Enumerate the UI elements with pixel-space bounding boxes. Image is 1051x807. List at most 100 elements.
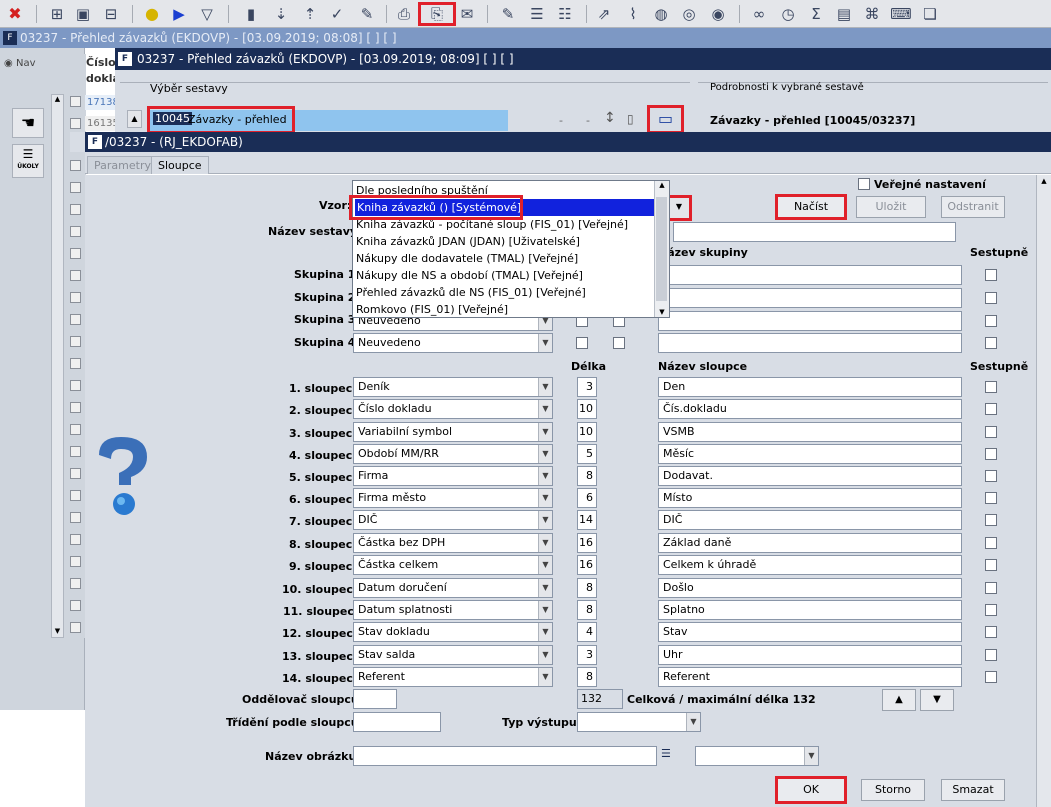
- group-name-input[interactable]: [658, 333, 962, 353]
- column-length-input[interactable]: 8: [577, 600, 597, 620]
- sum-icon[interactable]: Σ: [805, 3, 827, 25]
- tab-sloupce[interactable]: Sloupce: [151, 156, 209, 174]
- column-descending-checkbox[interactable]: [985, 582, 997, 594]
- column-name-input[interactable]: Stav: [658, 622, 962, 642]
- column-descending-checkbox[interactable]: [985, 514, 997, 526]
- scroll-down-icon[interactable]: ▼: [655, 308, 669, 316]
- move-down-button[interactable]: ▼: [920, 689, 954, 711]
- column-descending-checkbox[interactable]: [985, 448, 997, 460]
- row-checkbox[interactable]: [70, 336, 81, 347]
- vzor-dropdown-button[interactable]: ▼: [666, 195, 692, 221]
- column-select[interactable]: Referent ▼: [353, 667, 553, 687]
- glasses-icon[interactable]: ∞: [748, 3, 770, 25]
- globe-icon[interactable]: ◍: [650, 3, 672, 25]
- obrazek-select[interactable]: ▼: [695, 746, 819, 766]
- smazat-button[interactable]: Smazat: [941, 779, 1005, 801]
- tab-parametry[interactable]: Parametry: [87, 156, 158, 174]
- browse-icon[interactable]: ☰: [661, 747, 675, 765]
- group-name-input[interactable]: [658, 288, 962, 308]
- nav-label[interactable]: Nav: [16, 58, 36, 69]
- add-icon[interactable]: ⊞: [46, 3, 68, 25]
- odstranit-button[interactable]: Odstranit: [941, 196, 1005, 218]
- row-checkbox[interactable]: [70, 358, 81, 369]
- column-name-input[interactable]: Došlo: [658, 578, 962, 598]
- dropdown-item[interactable]: Kniha závazků JDAN (JDAN) [Uživatelské]: [356, 233, 580, 250]
- print-icon[interactable]: ⎙: [393, 3, 415, 25]
- column-length-input[interactable]: 14: [577, 510, 597, 530]
- column-descending-checkbox[interactable]: [985, 671, 997, 683]
- group-descending-checkbox[interactable]: [985, 337, 997, 349]
- column-descending-checkbox[interactable]: [985, 403, 997, 415]
- column-name-input[interactable]: Základ daně: [658, 533, 962, 553]
- row-checkbox[interactable]: [70, 468, 81, 479]
- check-icon[interactable]: ✓: [326, 3, 348, 25]
- column-select[interactable]: Období MM/RR ▼: [353, 444, 553, 464]
- column-descending-checkbox[interactable]: [985, 537, 997, 549]
- verejne-checkbox[interactable]: [858, 178, 870, 190]
- column-length-input[interactable]: 6: [577, 488, 597, 508]
- column-descending-checkbox[interactable]: [985, 559, 997, 571]
- external-link-icon[interactable]: ⇗: [593, 3, 615, 25]
- column-select[interactable]: Deník ▼: [353, 377, 553, 397]
- column-select[interactable]: Datum splatnosti ▼: [353, 600, 553, 620]
- column-name-input[interactable]: Měsíc: [658, 444, 962, 464]
- column-name-input[interactable]: Referent: [658, 667, 962, 687]
- print-preview-icon[interactable]: ⎘: [418, 2, 456, 26]
- book-icon[interactable]: ❏: [919, 3, 941, 25]
- column-length-input[interactable]: 10: [577, 399, 597, 419]
- column-descending-checkbox[interactable]: [985, 381, 997, 393]
- mail-icon[interactable]: ✉: [456, 3, 478, 25]
- scroll-up-icon[interactable]: ▲: [1037, 175, 1051, 185]
- bg-row-cell[interactable]: 16135: [85, 116, 119, 131]
- row-checkbox[interactable]: [70, 534, 81, 545]
- row-checkbox[interactable]: [70, 314, 81, 325]
- row-checkbox[interactable]: [70, 600, 81, 611]
- row-checkbox[interactable]: [70, 270, 81, 281]
- up-down-arrows-icon[interactable]: ↕: [604, 110, 616, 126]
- clock-icon[interactable]: ◷: [777, 3, 799, 25]
- tasks-hand-icon[interactable]: ☚: [12, 108, 44, 138]
- dropdown-scrollbar[interactable]: ▲ ▼: [654, 181, 669, 317]
- column-name-input[interactable]: Splatno: [658, 600, 962, 620]
- ok-button[interactable]: OK: [775, 776, 847, 804]
- nazev-sestavy-input[interactable]: [673, 222, 956, 242]
- nazev-obrazku-input[interactable]: [353, 746, 657, 766]
- checklist-icon[interactable]: ☷: [554, 3, 576, 25]
- column-descending-checkbox[interactable]: [985, 426, 997, 438]
- dropdown-item[interactable]: Nákupy dle NS a období (TMAL) [Veřejné]: [356, 267, 583, 284]
- column-select[interactable]: Částka bez DPH ▼: [353, 533, 553, 553]
- column-length-input[interactable]: 4: [577, 622, 597, 642]
- row-checkbox[interactable]: [70, 292, 81, 303]
- column-length-input[interactable]: 10: [577, 422, 597, 442]
- column-select[interactable]: Firma ▼: [353, 466, 553, 486]
- column-select[interactable]: DIČ ▼: [353, 510, 553, 530]
- column-select[interactable]: Datum doručení ▼: [353, 578, 553, 598]
- column-name-input[interactable]: Celkem k úhradě: [658, 555, 962, 575]
- group-descending-checkbox[interactable]: [985, 269, 997, 281]
- list-icon[interactable]: ☰: [526, 3, 548, 25]
- keyboard-icon[interactable]: ⌨: [890, 3, 912, 25]
- column-descending-checkbox[interactable]: [985, 626, 997, 638]
- save-icon[interactable]: ▣: [72, 3, 94, 25]
- compass-icon[interactable]: ◎: [678, 3, 700, 25]
- ukoly-button[interactable]: ☰ ÚKOLY: [12, 144, 44, 178]
- column-name-input[interactable]: Den: [658, 377, 962, 397]
- remove-icon[interactable]: ⊟: [100, 3, 122, 25]
- dropdown-item[interactable]: Romkovo (FIS_01) [Veřejné]: [356, 301, 508, 318]
- column-length-input[interactable]: 3: [577, 645, 597, 665]
- wrench-icon[interactable]: ✎: [356, 3, 378, 25]
- column-name-input[interactable]: DIČ: [658, 510, 962, 530]
- group-descending-checkbox[interactable]: [985, 315, 997, 327]
- group-descending-checkbox[interactable]: [985, 292, 997, 304]
- sort-asc-icon[interactable]: ⇣: [270, 3, 292, 25]
- row-checkbox[interactable]: [70, 490, 81, 501]
- group-name-input[interactable]: [658, 311, 962, 331]
- ulozit-button[interactable]: Uložit: [856, 196, 926, 218]
- row-checkbox[interactable]: [70, 512, 81, 523]
- column-select[interactable]: Firma město ▼: [353, 488, 553, 508]
- scroll-up-icon[interactable]: ▲: [127, 110, 142, 128]
- row-checkbox[interactable]: [70, 226, 81, 237]
- column-descending-checkbox[interactable]: [985, 492, 997, 504]
- close-icon[interactable]: ✖: [4, 3, 26, 25]
- nacist-button[interactable]: Načíst: [775, 194, 847, 220]
